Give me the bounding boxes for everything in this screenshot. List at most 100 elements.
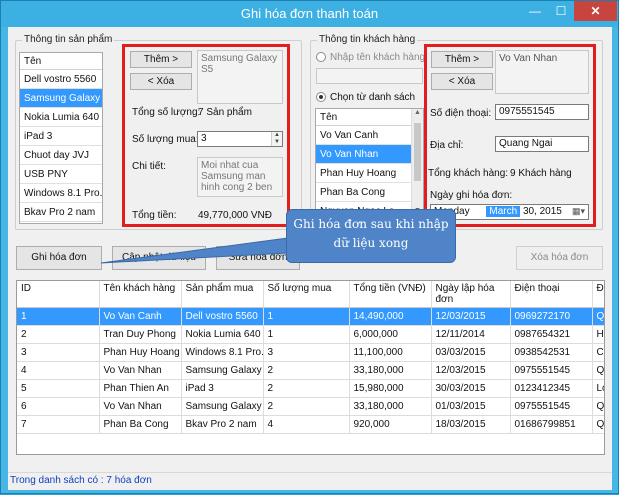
table-cell: Phan Huy Hoang — [99, 343, 182, 362]
column-header[interactable]: Tên khách hàng — [99, 281, 182, 308]
title-bar[interactable]: Ghi hóa đơn thanh toán — ☐ ✕ — [1, 1, 618, 27]
table-cell: 5 — [17, 379, 100, 398]
minimize-button[interactable]: — — [522, 1, 548, 21]
column-header[interactable]: Ngày lập hóa đơn — [431, 281, 511, 308]
radio-choose-list-label: Chọn từ danh sách — [330, 92, 416, 103]
stepper-arrows-icon[interactable]: ▲ ▼ — [271, 132, 282, 146]
table-row[interactable]: 3 Phan Huy Hoang Windows 8.1 Pro... 3 11,100… — [17, 343, 604, 362]
table-cell: 920,000 — [349, 415, 432, 434]
product-list-header: Tên — [20, 53, 102, 70]
customer-list-item[interactable]: Vo Van Nhan — [316, 145, 423, 164]
table-cell: 2 — [17, 325, 100, 344]
status-bar: Trong danh sách có : 7 hóa đơn — [8, 472, 612, 490]
table-cell: 3 — [263, 343, 350, 362]
table-cell: 33,180,000 — [349, 397, 432, 416]
table-cell: 7 — [17, 415, 100, 434]
table-cell: Ha — [592, 325, 604, 344]
table-cell: 12/11/2014 — [431, 325, 511, 344]
customer-list-item[interactable]: Phan Huy Hoang — [316, 164, 423, 183]
table-row[interactable]: 2 Tran Duy Phong Nokia Lumia 640 1 6,000,000… — [17, 325, 604, 344]
calendar-icon[interactable]: ▦▾ — [572, 206, 585, 217]
product-list-item[interactable]: iPad 3 — [20, 127, 102, 146]
customer-remove-button[interactable]: < Xóa — [431, 73, 493, 90]
column-header[interactable]: Số lượng mua — [263, 281, 350, 308]
customer-list-item[interactable]: Phan Ba Cong — [316, 183, 423, 202]
table-row[interactable]: 6Vo Van NhanSamsung Galaxy ...233,180,00… — [17, 397, 604, 416]
table-cell: Windows 8.1 Pro... — [181, 343, 264, 362]
radio-choose-list[interactable]: Chọn từ danh sách — [316, 92, 415, 103]
table-row[interactable]: 1 Vo Van Canh Dell vostro 5560 1 14,490,000 1… — [17, 307, 604, 326]
product-list-item[interactable]: Samsung Galaxy ... — [20, 89, 102, 108]
address-label: Địa chỉ: — [430, 140, 464, 151]
delete-invoice-button[interactable]: Xóa hóa đơn — [516, 246, 603, 270]
phone-field[interactable]: 0975551545 — [495, 104, 589, 120]
table-cell: 15,980,000 — [349, 379, 432, 398]
column-header[interactable]: Đị — [592, 281, 604, 308]
table-cell: Samsung Galaxy ... — [181, 397, 264, 416]
column-header[interactable]: Sản phẩm mua — [181, 281, 264, 308]
save-invoice-button[interactable]: Ghi hóa đơn — [16, 246, 102, 270]
total-customers-label: Tổng khách hàng: — [428, 168, 509, 179]
product-list-item[interactable]: Chuot day JVJ — [20, 146, 102, 165]
table-cell: 0969272170 — [510, 307, 593, 326]
total-qty-value: 7 Sản phẩm — [198, 107, 252, 118]
qty-stepper[interactable]: 3 ▲ ▼ — [197, 131, 283, 147]
total-label: Tổng tiền: — [132, 210, 177, 221]
table-cell: 18/03/2015 — [431, 415, 511, 434]
table-cell: 0975551545 — [510, 361, 593, 380]
table-row[interactable]: 7 Phan Ba Cong Bkav Pro 2 nam 4 920,000 18/03… — [17, 415, 604, 434]
customer-list-header: Tên — [316, 109, 423, 126]
table-cell: Nokia Lumia 640 — [181, 325, 264, 344]
customer-list[interactable]: Tên Vo Van Canh Vo Van Nhan Phan Huy Hoang… — [315, 108, 424, 220]
detail-box[interactable]: Moi nhat cua Samsung man hinh cong 2 ben — [197, 157, 283, 197]
customer-name-input[interactable] — [316, 68, 423, 84]
table-cell: 14,490,000 — [349, 307, 432, 326]
table-cell: Qu — [592, 307, 604, 326]
product-list-item[interactable]: Bkav Pro 2 nam — [20, 203, 102, 222]
qty-label: Số lượng mua: — [132, 134, 199, 145]
customer-selected-box[interactable]: Vo Van Nhan — [495, 50, 589, 94]
close-button[interactable]: ✕ — [574, 1, 617, 21]
address-field[interactable]: Quang Ngai — [495, 136, 589, 152]
product-list-item[interactable]: Movie Lamp HP — [20, 222, 102, 223]
radio-input-name[interactable]: Nhập tên khách hàng — [316, 52, 425, 63]
product-add-button[interactable]: Thêm > — [130, 51, 192, 68]
table-cell: iPad 3 — [181, 379, 264, 398]
table-cell: Dell vostro 5560 — [181, 307, 264, 326]
column-header[interactable]: Tổng tiền (VNĐ) — [349, 281, 432, 308]
product-list-item[interactable]: Nokia Lumia 640 — [20, 108, 102, 127]
annotation-callout: Ghi hóa đơn sau khi nhập dữ liệu xong — [286, 209, 456, 263]
table-cell: Vo Van Nhan — [99, 397, 182, 416]
invoice-grid[interactable]: ID Tên khách hàng Sản phẩm mua Số lượng mua… — [16, 280, 605, 455]
product-list-item[interactable]: Windows 8.1 Pro... — [20, 184, 102, 203]
table-row[interactable]: 4Vo Van NhanSamsung Galaxy ...233,180,00… — [17, 361, 604, 380]
product-list-item[interactable]: USB PNY — [20, 165, 102, 184]
table-row[interactable]: 5 Phan Thien An iPad 3 2 15,980,000 30/03/201… — [17, 379, 604, 398]
table-cell: Qu — [592, 415, 604, 434]
total-qty-label: Tổng số lượng: — [132, 107, 201, 118]
table-cell: 1 — [17, 307, 100, 326]
date-month[interactable]: March — [486, 206, 521, 217]
update-data-button[interactable]: Cập nhật dữ liệu — [112, 246, 206, 270]
table-cell: Lon — [592, 379, 604, 398]
table-cell: 2 — [263, 361, 350, 380]
product-remove-button[interactable]: < Xóa — [130, 73, 192, 90]
table-cell: 1 — [263, 325, 350, 344]
scroll-thumb[interactable] — [414, 123, 421, 181]
customer-list-scrollbar[interactable]: ▲ ▼ — [411, 109, 423, 219]
table-cell: 12/03/2015 — [431, 307, 511, 326]
total-value: 49,770,000 VNĐ — [198, 210, 272, 221]
column-header[interactable]: Điện thoại — [510, 281, 593, 308]
maximize-button[interactable]: ☐ — [548, 1, 574, 21]
product-list-item[interactable]: Dell vostro 5560 — [20, 70, 102, 89]
product-list[interactable]: Tên Dell vostro 5560Samsung Galaxy ...No… — [19, 52, 103, 224]
date-label: Ngày ghi hóa đơn: — [430, 190, 513, 201]
customer-list-item[interactable]: Vo Van Canh — [316, 126, 423, 145]
phone-label: Số điện thoại: — [430, 108, 492, 119]
table-cell: Phan Ba Cong — [99, 415, 182, 434]
column-header[interactable]: ID — [17, 281, 100, 308]
scroll-up-icon[interactable]: ▲ — [412, 109, 423, 121]
customer-add-button[interactable]: Thêm > — [431, 51, 493, 68]
product-selected-box[interactable]: Samsung Galaxy S5 — [197, 50, 283, 104]
table-cell: 33,180,000 — [349, 361, 432, 380]
